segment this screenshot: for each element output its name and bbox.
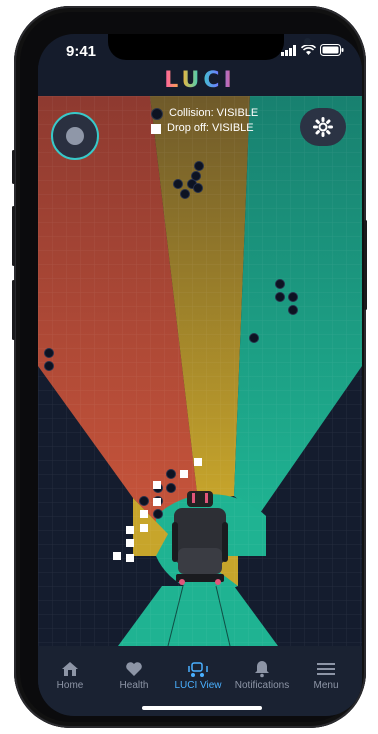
- battery-icon: [320, 44, 344, 56]
- legend-dropoff-label: Drop off: VISIBLE: [167, 122, 254, 134]
- mute-switch: [12, 150, 15, 184]
- heart-icon: [126, 662, 142, 676]
- legend-dropoff: Drop off: VISIBLE: [151, 121, 258, 136]
- tab-luci-view[interactable]: LUCI View: [166, 658, 230, 691]
- signal-icon: [281, 44, 296, 56]
- status-time: 9:41: [66, 43, 97, 60]
- tab-menu-label: Menu: [313, 680, 339, 691]
- tab-menu[interactable]: Menu: [294, 658, 358, 691]
- tab-health[interactable]: Health: [102, 658, 166, 691]
- legend-collision-label: Collision: VISIBLE: [169, 107, 259, 119]
- collision-dot-icon: [151, 107, 163, 120]
- status-icons: [281, 44, 344, 56]
- legend-collision: Collision: VISIBLE: [151, 106, 258, 121]
- sensor-field: [38, 96, 362, 646]
- dropoff-square-icon: [151, 123, 161, 134]
- settings-button[interactable]: [300, 108, 346, 146]
- home-indicator[interactable]: [142, 706, 262, 710]
- power-button: [364, 220, 367, 310]
- screen: 9:41 LUCI Collision: VISIBLE Drop off: V…: [38, 34, 362, 716]
- joystick-control[interactable]: [51, 112, 99, 160]
- tab-home-label: Home: [56, 680, 84, 691]
- tab-notifications-label: Notifications: [234, 680, 290, 691]
- joystick-knob-icon[interactable]: [66, 127, 84, 145]
- tab-home[interactable]: Home: [38, 658, 102, 691]
- menu-icon: [317, 663, 335, 675]
- volume-down-button: [12, 280, 15, 340]
- tab-notifications[interactable]: Notifications: [230, 658, 294, 691]
- tab-luci-view-label: LUCI View: [174, 680, 222, 691]
- volume-up-button: [12, 206, 15, 266]
- bell-icon: [255, 661, 269, 678]
- luci-view-canvas[interactable]: [38, 96, 362, 646]
- wifi-icon: [301, 44, 316, 55]
- gear-icon: [313, 117, 333, 137]
- app-header: LUCI: [38, 64, 362, 96]
- luci-logo: LUCI: [164, 67, 236, 93]
- wheelchair-icon: [188, 662, 208, 677]
- notch: [108, 34, 311, 60]
- tab-health-label: Health: [119, 680, 149, 691]
- status-bar: 9:41: [38, 34, 362, 64]
- legend: Collision: VISIBLE Drop off: VISIBLE: [151, 106, 258, 136]
- home-icon: [62, 662, 78, 676]
